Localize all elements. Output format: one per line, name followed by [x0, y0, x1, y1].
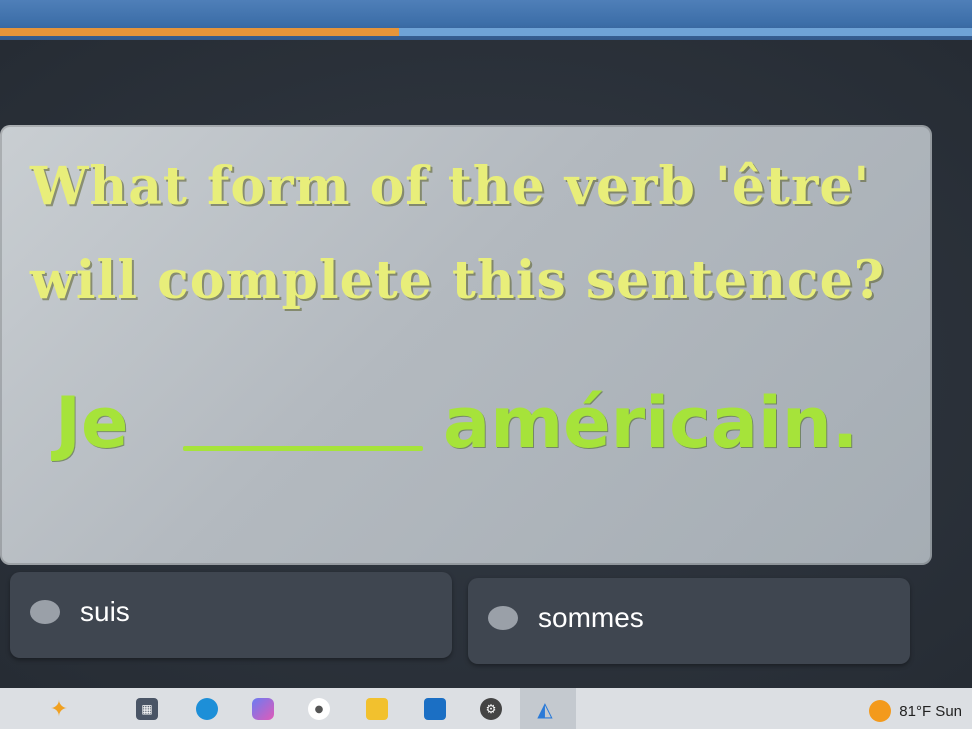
folder-icon[interactable] [366, 698, 388, 720]
sentence-blank [183, 446, 423, 451]
radio-icon[interactable] [30, 600, 60, 624]
progress-bar [0, 28, 972, 36]
app-icon-highlighted[interactable]: ◭ [534, 697, 556, 721]
copilot-icon[interactable] [252, 698, 274, 720]
question-text: What form of the verb 'être' will comple… [30, 140, 910, 328]
answer-option-2[interactable]: sommes [468, 578, 910, 664]
weather-text: 81°F Sun [899, 702, 962, 720]
sentence-before-blank: Je [55, 382, 129, 464]
app-icon[interactable]: ● [308, 698, 330, 720]
sentence: Je américain. [55, 382, 915, 472]
sentence-after-blank: américain. [443, 382, 859, 464]
question-line-1: What form of the verb 'être' [30, 156, 871, 217]
calculator-icon[interactable]: ▦ [136, 698, 158, 720]
sparkle-icon[interactable]: ✦ [48, 697, 70, 722]
mail-icon[interactable] [424, 698, 446, 720]
edge-browser-icon[interactable] [196, 698, 218, 720]
settings-icon[interactable]: ⚙ [480, 698, 502, 720]
progress-bar-fill [0, 28, 399, 36]
answer-option-1[interactable]: suis [10, 572, 452, 658]
weather-widget[interactable]: 81°F Sun [869, 700, 962, 722]
taskbar: ✦ ▦ ● ⚙ ◭ 81°F Sun [0, 688, 972, 729]
sun-icon [869, 700, 892, 722]
question-line-2: will complete this sentence? [30, 250, 886, 311]
answer-label: suis [80, 596, 130, 627]
browser-top-bar [0, 0, 972, 40]
radio-icon[interactable] [488, 606, 518, 630]
answer-label: sommes [538, 602, 644, 633]
